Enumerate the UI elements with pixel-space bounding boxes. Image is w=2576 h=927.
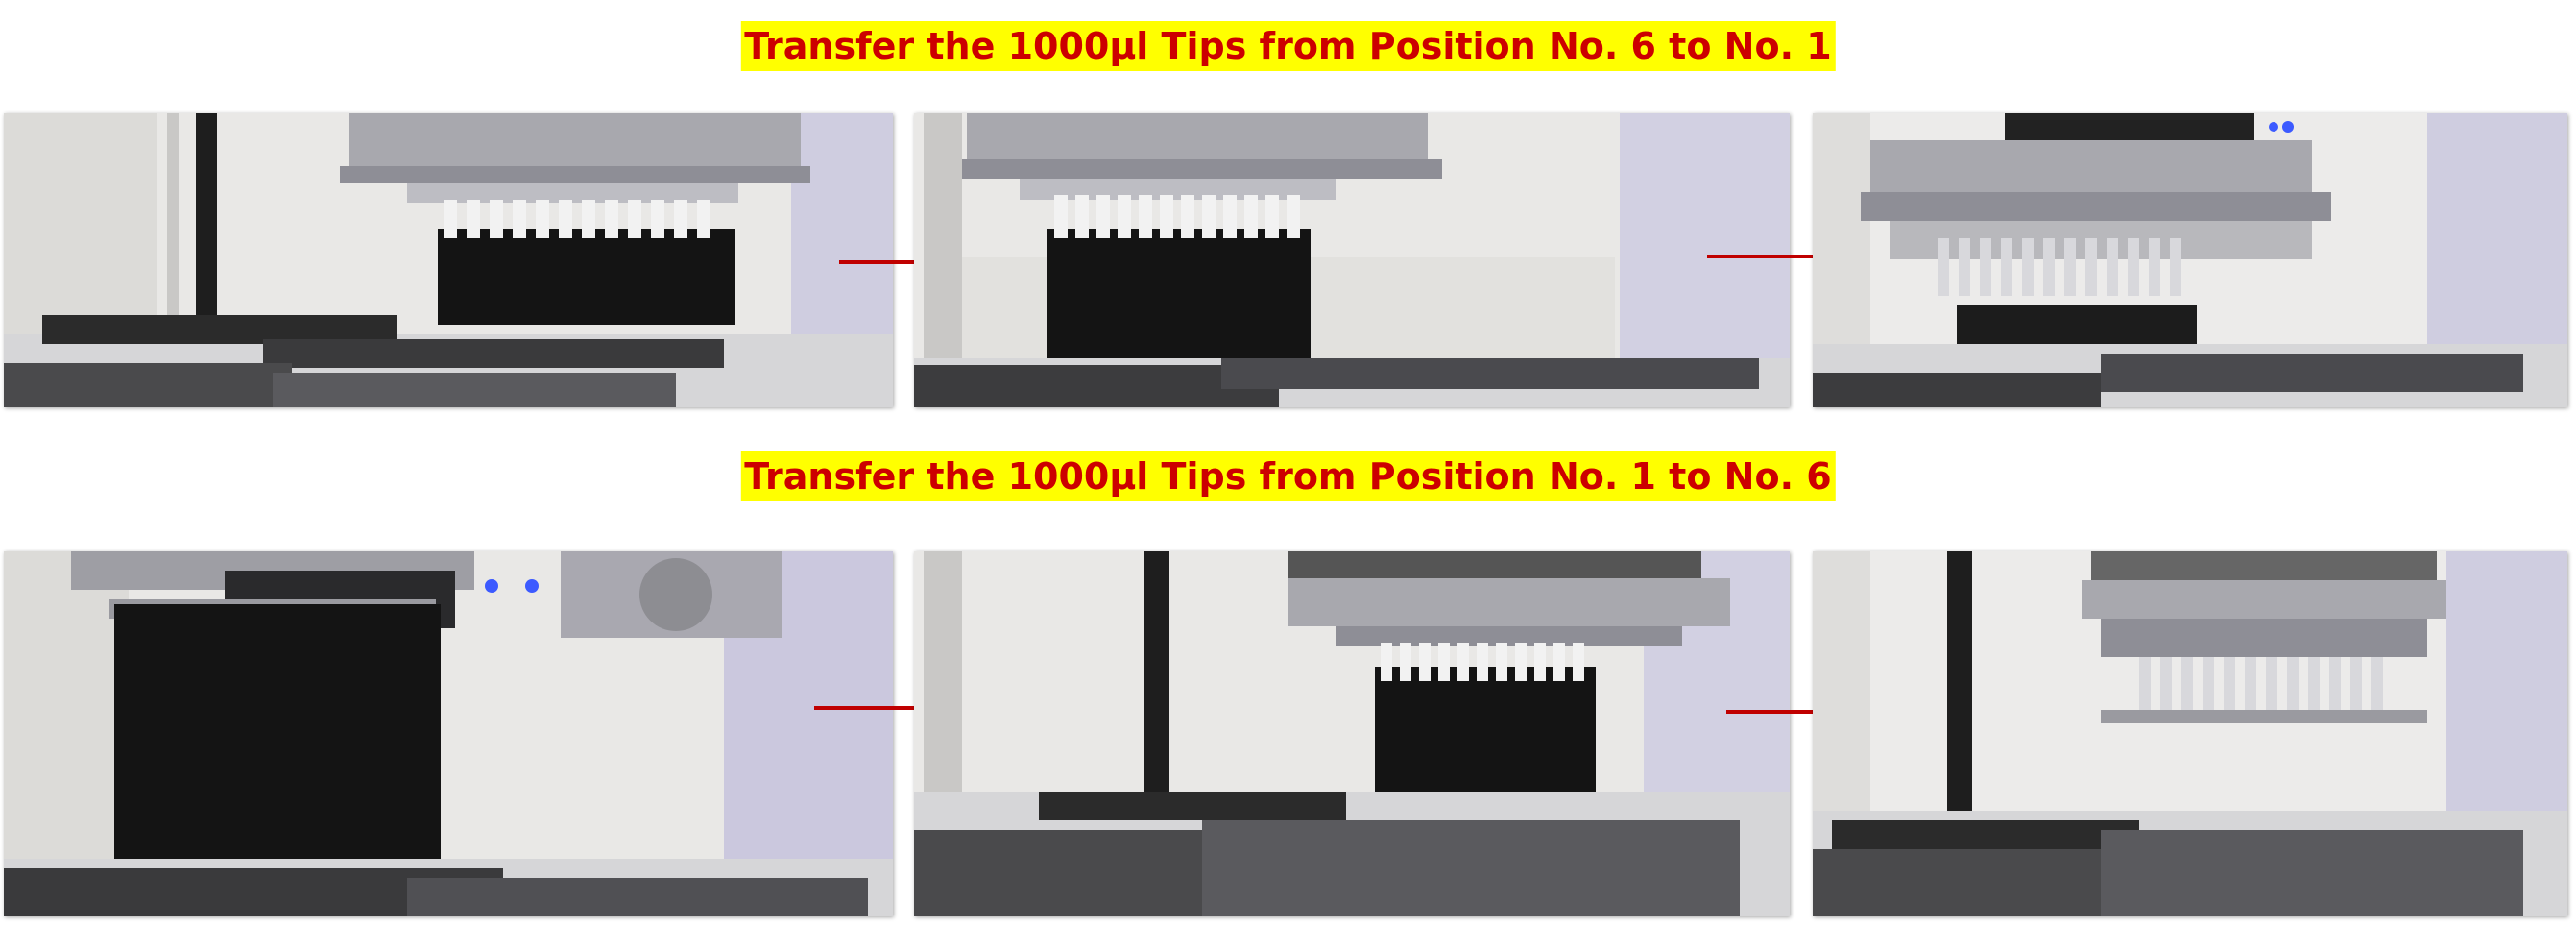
photo-bottom-step-3 xyxy=(1813,551,2567,916)
bottom-section-title: Transfer the 1000µl Tips from Position N… xyxy=(740,451,1836,501)
top-section-title: Transfer the 1000µl Tips from Position N… xyxy=(740,21,1836,71)
photo-bottom-step-1 xyxy=(4,551,893,916)
photo-bottom-step-2 xyxy=(914,551,1790,916)
photo-top-step-2 xyxy=(914,113,1790,407)
photo-top-step-3 xyxy=(1813,113,2567,407)
photo-top-step-1 xyxy=(4,113,893,407)
